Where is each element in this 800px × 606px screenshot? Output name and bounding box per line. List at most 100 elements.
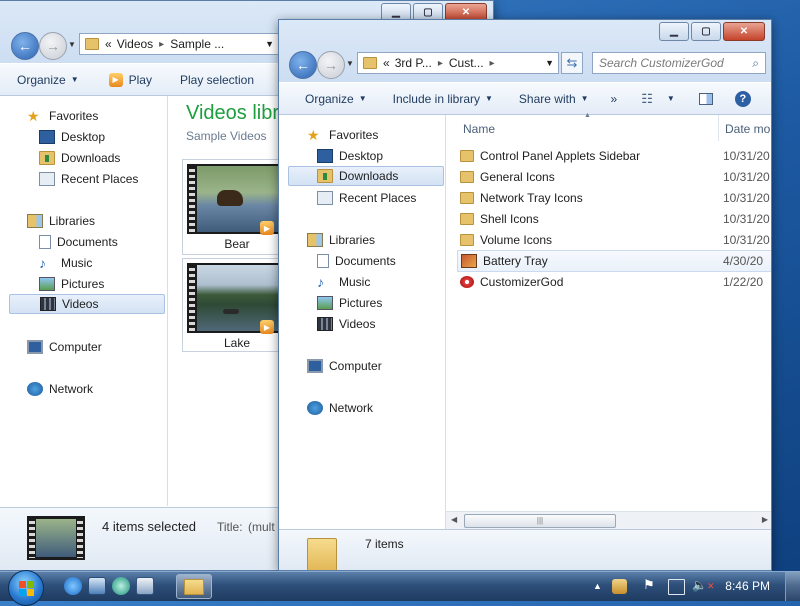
nav-libraries-label: Libraries — [49, 214, 96, 228]
nav-libraries[interactable]: Libraries — [27, 211, 95, 231]
nav-computer[interactable]: Computer — [307, 356, 382, 376]
breadcrumb-sample[interactable]: Sample ... — [170, 37, 224, 51]
address-bar[interactable]: « Videos ▸ Sample ... ▼ — [79, 33, 279, 55]
maximize-button[interactable]: ▢ — [691, 22, 721, 41]
minimize-button[interactable]: ▁ — [659, 22, 689, 41]
pictures-icon — [39, 277, 55, 291]
nav-videos[interactable]: Videos — [317, 314, 375, 334]
file-date: 10/31/20 — [723, 191, 770, 205]
action-center-flag-icon[interactable]: ⚑ — [643, 577, 655, 593]
search-input[interactable]: Search CustomizerGod ⌕ — [592, 52, 766, 74]
search-icon[interactable]: ⌕ — [752, 56, 759, 71]
nav-desktop[interactable]: Desktop — [39, 127, 105, 147]
file-row-hover[interactable]: Battery Tray 4/30/20 — [457, 250, 771, 272]
share-with-button[interactable]: Share with ▼ — [509, 92, 599, 106]
nav-pictures[interactable]: Pictures — [317, 293, 382, 313]
media-app-icon[interactable] — [112, 577, 130, 595]
star-icon: ★ — [27, 108, 40, 124]
scroll-left-arrow-icon[interactable]: ◀ — [451, 515, 457, 524]
details-view-icon: ☷ — [641, 90, 653, 106]
file-row[interactable]: Volume Icons 10/31/20 — [460, 230, 771, 250]
breadcrumb-separator-icon[interactable]: ▸ — [490, 58, 495, 69]
forward-button[interactable]: → — [39, 32, 67, 60]
nav-favorites[interactable]: ★ Favorites — [307, 125, 378, 145]
refresh-button[interactable]: ⇆ — [561, 52, 583, 74]
nav-libraries[interactable]: Libraries — [307, 230, 375, 250]
volume-muted-icon[interactable]: 🔈✕ — [692, 578, 715, 592]
remote-app-icon[interactable] — [136, 577, 154, 595]
taskbar-explorer-button[interactable] — [176, 574, 212, 599]
scroll-right-arrow-icon[interactable]: ▶ — [762, 515, 768, 524]
address-bar[interactable]: « 3rd P... ▸ Cust... ▸ ▼ — [357, 52, 559, 74]
file-row[interactable]: Control Panel Applets Sidebar 10/31/20 — [460, 146, 771, 166]
nav-desktop[interactable]: Desktop — [317, 146, 383, 166]
nav-documents[interactable]: Documents — [317, 251, 396, 271]
play-selection-button[interactable]: Play selection — [170, 73, 264, 87]
organize-button[interactable]: Organize ▼ — [7, 73, 89, 87]
breadcrumb-customizergod[interactable]: Cust... — [449, 56, 484, 70]
address-dropdown-icon[interactable]: ▼ — [265, 39, 274, 49]
nav-downloads-label: Downloads — [339, 169, 399, 183]
nav-recent-places[interactable]: Recent Places — [39, 169, 138, 189]
show-hidden-icons-button[interactable]: ▲ — [593, 581, 602, 591]
video-thumbnail-lake[interactable]: ▶ Lake — [182, 258, 292, 352]
nav-computer[interactable]: Computer — [27, 337, 102, 357]
folder-icon — [460, 192, 474, 204]
nav-network[interactable]: Network — [307, 398, 373, 418]
nav-recent-places[interactable]: Recent Places — [317, 188, 416, 208]
network-icon — [27, 382, 43, 396]
nav-downloads-selected[interactable]: Downloads — [288, 166, 444, 186]
back-button[interactable]: ← — [289, 51, 317, 79]
explorer-window-titlebar[interactable]: ▁ ▢ ✕ — [279, 20, 771, 46]
address-overflow-chevron[interactable]: « — [383, 56, 390, 70]
title-field-value[interactable]: (mult — [248, 520, 275, 534]
start-button[interactable] — [8, 570, 44, 606]
internet-explorer-icon[interactable] — [64, 577, 82, 595]
breadcrumb-separator-icon[interactable]: ▸ — [438, 58, 443, 69]
nav-videos-selected[interactable]: Videos — [9, 294, 165, 314]
file-row[interactable]: General Icons 10/31/20 — [460, 167, 771, 187]
file-date: 1/22/20 — [723, 275, 764, 289]
nav-music[interactable]: ♪ Music — [39, 253, 92, 273]
music-note-icon: ♪ — [317, 274, 324, 290]
tray-app-icon[interactable] — [612, 579, 627, 594]
show-desktop-button[interactable] — [785, 572, 800, 601]
view-options-button[interactable]: ☷ ▼ — [631, 91, 685, 107]
taskbar-clock[interactable]: 8:46 PM — [725, 579, 770, 593]
nav-documents[interactable]: Documents — [39, 232, 118, 252]
breadcrumb-videos[interactable]: Videos — [117, 37, 153, 51]
address-dropdown-icon[interactable]: ▼ — [545, 58, 554, 68]
address-overflow-chevron[interactable]: « — [105, 37, 112, 51]
nav-network[interactable]: Network — [27, 379, 93, 399]
video-thumbnail-bear[interactable]: ▶ Bear — [182, 159, 292, 255]
file-row[interactable]: Shell Icons 10/31/20 — [460, 209, 771, 229]
back-button[interactable]: ← — [11, 32, 39, 60]
breadcrumb-separator-icon[interactable]: ▸ — [159, 39, 164, 50]
horizontal-scrollbar[interactable]: ◀ ||| ▶ — [446, 511, 771, 529]
library-title: Videos libra — [186, 102, 291, 124]
file-row[interactable]: Network Tray Icons 10/31/20 — [460, 188, 771, 208]
explorer-navigation-row: ← → ▼ « 3rd P... ▸ Cust... ▸ ▼ ⇆ Search … — [279, 46, 771, 82]
include-in-library-button[interactable]: Include in library ▼ — [383, 92, 503, 106]
network-icon — [307, 401, 323, 415]
recent-pages-dropdown[interactable]: ▼ — [346, 59, 354, 68]
column-header-name[interactable]: Name — [463, 122, 495, 136]
monitor-app-icon[interactable] — [88, 577, 106, 595]
file-row[interactable]: CustomizerGod 1/22/20 — [460, 272, 771, 292]
network-tray-icon[interactable] — [668, 579, 685, 595]
help-button[interactable]: ? — [725, 90, 761, 107]
close-button[interactable]: ✕ — [723, 22, 765, 41]
breadcrumb-3rd-party[interactable]: 3rd P... — [395, 56, 432, 70]
scrollbar-thumb[interactable]: ||| — [464, 514, 616, 528]
column-header-date[interactable]: Date mo — [725, 122, 770, 136]
play-button[interactable]: ▶ Play — [99, 72, 162, 87]
nav-downloads[interactable]: Downloads — [39, 148, 120, 168]
nav-music[interactable]: ♪ Music — [317, 272, 370, 292]
recent-pages-dropdown[interactable]: ▼ — [68, 40, 76, 49]
forward-button[interactable]: → — [317, 51, 345, 79]
more-commands-button[interactable]: » — [601, 92, 628, 106]
organize-button[interactable]: Organize ▼ — [295, 92, 377, 106]
nav-favorites[interactable]: ★ Favorites — [27, 106, 98, 126]
preview-pane-button[interactable] — [689, 92, 723, 105]
nav-pictures[interactable]: Pictures — [39, 274, 104, 294]
